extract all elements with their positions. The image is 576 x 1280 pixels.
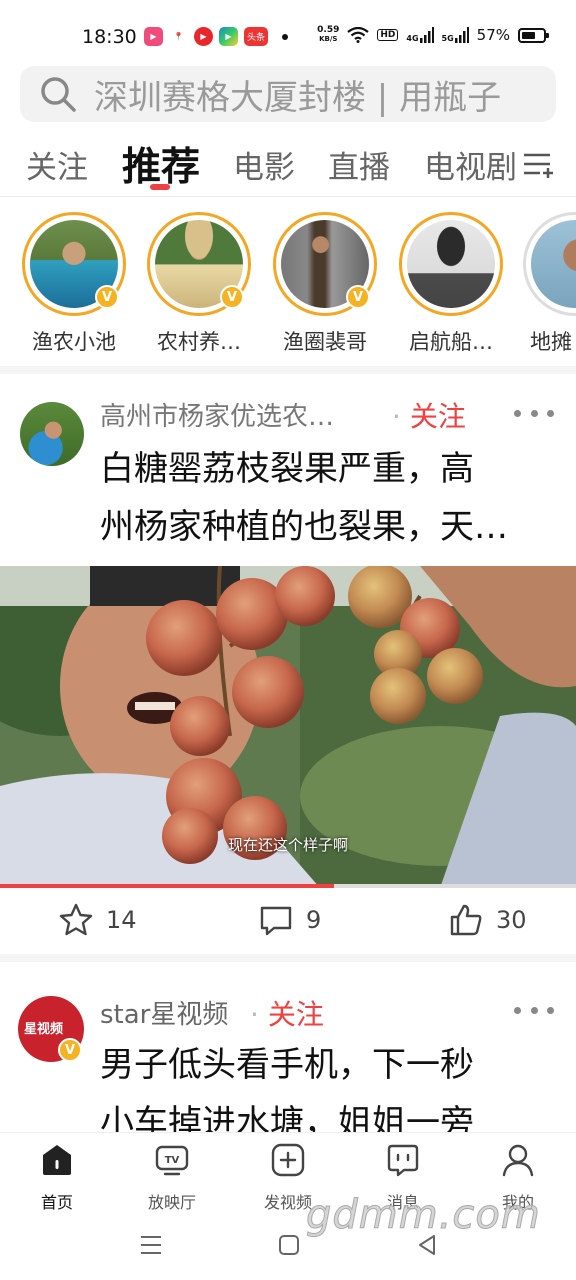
avatar-ring: V — [273, 212, 377, 316]
video-app-icon: ▶ — [194, 27, 213, 46]
following-name: 地摊 — [530, 330, 572, 354]
follow-button[interactable]: · 关注 — [250, 993, 324, 1033]
tabs-divider — [0, 196, 576, 197]
comment-icon — [260, 906, 292, 936]
video-subtitle: 现在还这个样子啊 — [227, 836, 348, 854]
status-time: 18:30 — [82, 26, 137, 48]
home-icon — [43, 1145, 71, 1175]
author-avatar[interactable] — [20, 402, 84, 466]
tab-live[interactable]: 直播 — [328, 142, 390, 187]
verified-icon: V — [95, 285, 119, 309]
post-title-line: 男子低头看手机，下一秒 — [100, 1045, 474, 1085]
tab-active-indicator — [150, 184, 170, 190]
search-icon — [41, 77, 76, 112]
signal-4g-icon: 4G — [406, 27, 434, 43]
tab-follow[interactable]: 关注 — [26, 142, 88, 187]
follow-button[interactable]: · 关注 — [392, 395, 466, 435]
avatar-ring — [399, 212, 503, 316]
following-name: 渔圈裴哥 — [283, 330, 367, 354]
post-title-line: 白糖罂荔枝裂果严重，高 — [100, 449, 474, 489]
svg-text:TV: TV — [165, 1155, 180, 1166]
favorite-count: 14 — [106, 906, 137, 934]
channel-menu-icon[interactable] — [522, 150, 554, 180]
follow-separator: · — [392, 400, 410, 433]
like-button[interactable]: 30 — [448, 902, 527, 938]
avatar-text: 星视频 — [24, 1022, 64, 1037]
nav-home[interactable]: 首页 — [9, 1143, 105, 1213]
section-divider — [0, 954, 576, 962]
post-title[interactable]: 男子低头看手机，下一秒 小车掉进水塘，姐姐一旁 — [100, 1036, 556, 1132]
post-title[interactable]: 白糖罂荔枝裂果严重，高 州杨家种植的也裂果，天… — [100, 440, 556, 556]
favorite-button[interactable]: 14 — [58, 902, 137, 938]
recent-apps-icon[interactable] — [138, 1232, 164, 1258]
hd-badge: HD — [377, 29, 399, 41]
battery-percent: 57% — [476, 26, 510, 44]
post-actions: 14 9 30 — [0, 892, 576, 952]
search-bar[interactable]: 深圳赛格大厦封楼 | 用瓶子 — [20, 66, 556, 122]
avatar-ring: V — [22, 212, 126, 316]
section-divider — [0, 366, 576, 374]
add-video-icon — [271, 1143, 305, 1177]
like-count: 30 — [496, 906, 527, 934]
status-indicators: 0.59 KB/S HD 4G 5G 57% — [317, 26, 549, 44]
comment-button[interactable]: 9 — [258, 902, 321, 938]
video-progress-fill — [0, 884, 335, 888]
follow-label: 关注 — [267, 998, 324, 1031]
post-author[interactable]: 高州市杨家优选农… — [100, 396, 334, 433]
more-options-icon[interactable] — [514, 1004, 554, 1016]
battery-icon — [518, 27, 549, 43]
follow-label: 关注 — [409, 400, 466, 433]
avatar-ring: V — [147, 212, 251, 316]
search-placeholder: 深圳赛格大厦封楼 | 用瓶子 — [94, 77, 502, 118]
tv-icon: TV — [155, 1145, 189, 1176]
following-avatars: V 渔农小池 V 农村养… V 渔圈裴哥 启航船… 地摊 — [0, 198, 576, 366]
net-5g-label: 5G — [441, 34, 454, 43]
post-title-line: 小车掉进水塘，姐姐一旁 — [100, 1103, 474, 1132]
tab-movies[interactable]: 电影 — [233, 142, 295, 187]
net-speed: 0.59 KB/S — [317, 26, 339, 44]
channel-tabs: 关注 推荐 电影 直播 电视剧 — [0, 134, 576, 194]
profile-icon — [502, 1144, 534, 1177]
following-item[interactable]: V 渔圈裴哥 — [270, 212, 380, 356]
tab-tv-series[interactable]: 电视剧 — [424, 142, 517, 187]
home-button-icon[interactable] — [276, 1232, 302, 1258]
following-name: 启航船… — [409, 330, 493, 354]
thumbs-up-icon — [450, 904, 482, 936]
following-item[interactable]: 启航船… — [396, 212, 506, 356]
following-name: 农村养… — [157, 330, 241, 354]
message-icon — [387, 1144, 419, 1177]
nav-theater[interactable]: TV 放映厅 — [124, 1143, 220, 1213]
more-options-icon[interactable] — [514, 407, 554, 419]
toutiao-app-icon: 头条 — [244, 27, 268, 46]
net-speed-unit: KB/S — [319, 35, 338, 43]
follow-separator: · — [250, 998, 268, 1031]
watermark: gdmm.com — [306, 1192, 541, 1239]
signal-5g-icon: 5G — [442, 27, 469, 43]
map-pin-icon: 📍 — [169, 27, 188, 46]
wifi-icon — [347, 27, 370, 43]
net-speed-value: 0.59 — [317, 25, 340, 35]
verified-icon: V — [58, 1038, 82, 1062]
post-author[interactable]: star星视频 — [100, 994, 228, 1031]
following-name: 渔农小池 — [32, 330, 116, 354]
avatar-ring — [523, 212, 576, 316]
star-icon — [59, 903, 93, 936]
verified-icon: V — [346, 285, 370, 309]
play-app-icon: ▶ — [219, 27, 238, 46]
following-item[interactable]: 地摊 — [520, 212, 576, 356]
verified-icon: V — [220, 285, 244, 309]
video-progress-bar[interactable] — [0, 884, 576, 888]
avatar — [407, 220, 495, 308]
net-4g-label: 4G — [406, 34, 419, 43]
comment-count: 9 — [306, 906, 322, 934]
following-item[interactable]: V 农村养… — [144, 212, 254, 356]
notification-dot-icon — [282, 33, 288, 40]
app-notification-icon: ▶ — [144, 27, 163, 46]
avatar — [531, 220, 576, 308]
status-app-icons: ▶ 📍 ▶ ▶ 头条 — [144, 27, 288, 46]
video-thumbnail[interactable]: 现在还这个样子啊 — [0, 566, 576, 888]
post-title-line: 州杨家种植的也裂果，天… — [100, 507, 508, 547]
following-item[interactable]: V 渔农小池 — [19, 212, 129, 356]
status-bar: 18:30 ▶ 📍 ▶ ▶ 头条 0.59 KB/S HD 4G 5G 57% — [0, 0, 576, 62]
